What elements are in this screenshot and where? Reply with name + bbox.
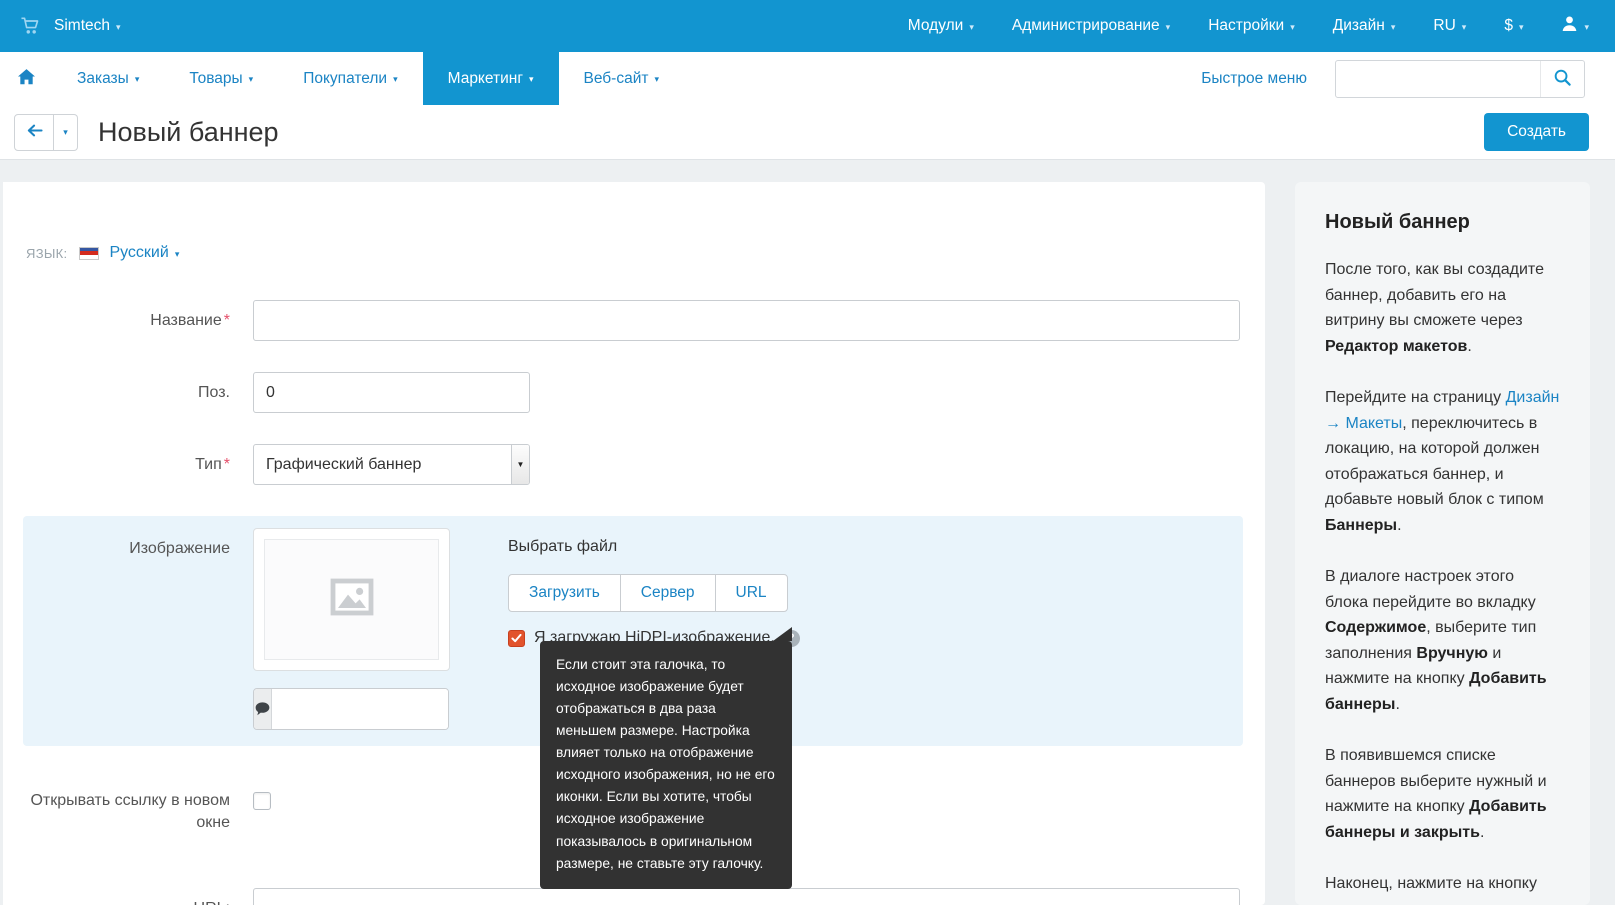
- new-window-label: Открывать ссылку в новом окне: [23, 790, 230, 834]
- name-row: Название*: [23, 300, 1243, 341]
- url-input[interactable]: [253, 888, 1240, 905]
- upload-tab-1[interactable]: Сервер: [620, 574, 716, 612]
- chevron-down-icon: ▾: [1519, 22, 1524, 33]
- topbar-menu-item-5[interactable]: $▾: [1504, 17, 1523, 35]
- sidebar-title: Новый баннер: [1325, 211, 1560, 234]
- image-upload-column: [253, 528, 450, 730]
- url-row: URL:: [23, 888, 1243, 905]
- chevron-down-icon: ▾: [529, 74, 534, 85]
- content-area: Язык: Русский ▾ Название* Поз. Тип* Граф…: [0, 160, 1615, 905]
- name-input[interactable]: [253, 300, 1240, 341]
- image-alt-group: [253, 688, 449, 730]
- type-row: Тип* Графический баннер ▼: [23, 444, 1243, 485]
- chevron-down-icon: ▾: [1166, 22, 1171, 33]
- hidpi-tooltip: Если стоит эта галочка, то исходное изоб…: [540, 641, 792, 889]
- topbar-menu-item-0[interactable]: Модули▾: [908, 17, 974, 35]
- comment-bubble-icon: [254, 689, 272, 729]
- brand-menu[interactable]: Simtech ▾: [20, 16, 121, 36]
- page-header: ▾ Новый баннер Создать: [0, 105, 1615, 160]
- sidebar-paragraph-1: Перейдите на страницу Дизайн → Макеты, п…: [1325, 385, 1560, 538]
- url-label: URL:: [23, 898, 230, 905]
- topbar-menu-item-2[interactable]: Настройки▾: [1208, 17, 1295, 35]
- chevron-down-icon: ▾: [1584, 22, 1589, 33]
- new-window-checkbox[interactable]: [253, 792, 271, 810]
- topbar-menu-item-4[interactable]: RU▾: [1433, 17, 1466, 35]
- position-label: Поз.: [23, 382, 230, 404]
- image-label: Изображение: [23, 528, 230, 730]
- home-icon: [17, 68, 36, 90]
- create-button[interactable]: Создать: [1484, 113, 1589, 151]
- cart-icon: [20, 16, 42, 36]
- position-input[interactable]: [253, 372, 530, 413]
- language-label: Язык:: [26, 246, 67, 261]
- language-row: Язык: Русский ▾: [26, 244, 1243, 262]
- select-arrow-icon: ▼: [511, 445, 529, 484]
- choose-file-label: Выбрать файл: [508, 538, 800, 556]
- page-title: Новый баннер: [98, 117, 279, 148]
- sidebar-paragraph-2: В диалоге настроек этого блока перейдите…: [1325, 564, 1560, 717]
- image-preview-box[interactable]: [253, 528, 450, 671]
- chevron-down-icon: ▾: [249, 74, 254, 85]
- type-label: Тип*: [23, 454, 230, 476]
- nav-item-3[interactable]: Маркетинг▾: [423, 52, 559, 105]
- chevron-down-icon: ▾: [135, 74, 140, 85]
- user-icon: [1561, 15, 1578, 37]
- search-button[interactable]: [1540, 61, 1584, 97]
- sidebar-paragraph-3: В появившемся списке баннеров выберите н…: [1325, 743, 1560, 845]
- chevron-down-icon: ▾: [1391, 22, 1396, 33]
- search-icon: [1553, 68, 1572, 90]
- back-button[interactable]: [14, 114, 54, 151]
- nav-item-0[interactable]: Заказы▾: [52, 52, 164, 105]
- chevron-down-icon: ▾: [116, 22, 121, 33]
- position-row: Поз.: [23, 372, 1243, 413]
- search-box: [1335, 60, 1585, 98]
- topbar-user-menu[interactable]: ▾: [1561, 15, 1589, 37]
- language-selector[interactable]: Русский ▾: [109, 244, 179, 262]
- arrow-left-icon: [26, 123, 43, 141]
- nav-item-1[interactable]: Товары▾: [164, 52, 278, 105]
- name-label: Название*: [23, 310, 230, 332]
- quick-menu-link[interactable]: Быстрое меню: [1201, 52, 1307, 105]
- hidpi-checkbox[interactable]: [508, 630, 525, 647]
- topbar-menu-item-3[interactable]: Дизайн▾: [1333, 17, 1396, 35]
- nav-item-2[interactable]: Покупатели▾: [278, 52, 422, 105]
- home-button[interactable]: [0, 52, 52, 105]
- chevron-down-icon: ▾: [1290, 22, 1295, 33]
- nav-item-4[interactable]: Веб-сайт▾: [559, 52, 684, 105]
- image-alt-input[interactable]: [272, 689, 449, 729]
- type-select[interactable]: Графический баннер ▼: [253, 444, 530, 485]
- topbar-menu-item-1[interactable]: Администрирование▾: [1012, 17, 1170, 35]
- brand-label: Simtech: [54, 17, 110, 35]
- search-input[interactable]: [1336, 61, 1540, 97]
- upload-tab-0[interactable]: Загрузить: [508, 574, 621, 612]
- help-sidebar: Новый баннер После того, как вы создадит…: [1295, 182, 1590, 905]
- chevron-down-icon: ▾: [969, 22, 974, 33]
- main-navbar: Заказы▾Товары▾Покупатели▾Маркетинг▾Веб-с…: [0, 52, 1615, 105]
- back-dropdown-button[interactable]: ▾: [54, 114, 78, 151]
- image-placeholder-icon: [328, 573, 376, 626]
- required-asterisk: *: [224, 456, 230, 473]
- upload-tab-2[interactable]: URL: [715, 574, 788, 612]
- sidebar-paragraph-4: Наконец, нажмите на кнопку: [1325, 871, 1560, 897]
- topbar: Simtech ▾ Модули▾ Администрирование▾ Настр…: [0, 0, 1615, 52]
- russian-flag-icon: [79, 247, 99, 260]
- upload-tabs: ЗагрузитьСерверURL: [508, 574, 788, 612]
- sidebar-paragraph-0: После того, как вы создадите баннер, доб…: [1325, 257, 1560, 359]
- chevron-down-icon: ▾: [654, 74, 659, 85]
- chevron-down-icon: ▾: [393, 74, 398, 85]
- chevron-down-icon: ▾: [175, 249, 180, 260]
- chevron-down-icon: ▾: [1462, 22, 1467, 33]
- required-asterisk: *: [224, 312, 230, 329]
